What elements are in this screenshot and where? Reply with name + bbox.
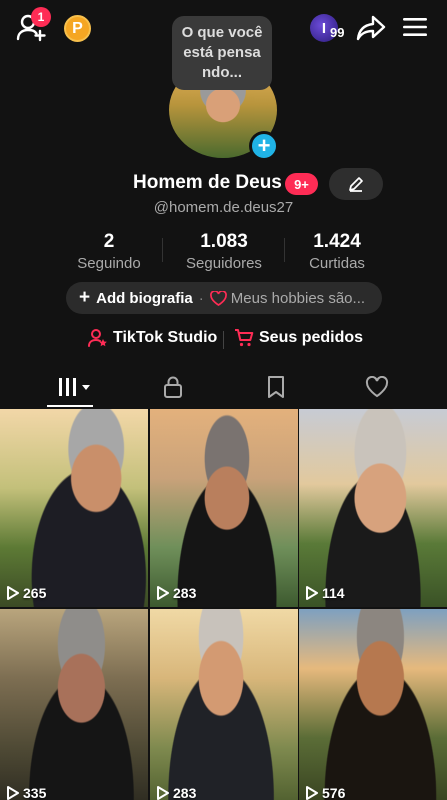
orders-label: Seus pedidos: [259, 329, 364, 346]
profile-links: TikTok Studio Seus pedidos: [0, 328, 447, 352]
bio-pill[interactable]: + Add biografia · Meus hobbies são...: [66, 282, 382, 314]
stat-label: Curtidas: [309, 255, 365, 272]
tab-saved[interactable]: [261, 374, 291, 400]
stat-likes[interactable]: 1.424 Curtidas: [267, 231, 407, 272]
edit-profile-button[interactable]: [329, 168, 383, 200]
tab-videos[interactable]: [55, 374, 95, 400]
tab-liked[interactable]: [362, 374, 392, 400]
cart-icon: [235, 329, 254, 347]
tiktok-studio-link[interactable]: TikTok Studio: [88, 328, 217, 348]
play-icon: [157, 586, 169, 600]
mini-avatar-count: 99: [330, 25, 345, 40]
separator-dot: ·: [198, 289, 204, 307]
view-count: 283: [157, 585, 196, 601]
status-tooltip[interactable]: O que você está pensa ndo...: [172, 16, 272, 90]
video-thumbnail[interactable]: 283: [150, 609, 298, 800]
hobbies-prompt[interactable]: Meus hobbies são...: [231, 290, 365, 307]
divider: [223, 331, 224, 349]
add-bio-button[interactable]: Add biografia: [96, 290, 193, 307]
video-grid: 265 283 114 335 283 576: [0, 409, 447, 800]
view-count: 114: [306, 585, 345, 601]
tab-private[interactable]: [158, 374, 188, 400]
stat-value: 1.424: [313, 231, 361, 252]
heart-icon: [209, 290, 227, 306]
profile-handle: @homem.de.deus27: [153, 199, 294, 216]
play-icon: [306, 786, 318, 800]
play-icon: [157, 786, 169, 800]
view-count: 576: [306, 785, 345, 800]
bookmark-icon: [268, 376, 284, 398]
plus-icon: +: [79, 287, 91, 308]
profile-stats: 2 Seguindo 1.083 Seguidores 1.424 Curtid…: [0, 231, 447, 273]
view-count-label: 265: [23, 585, 47, 601]
video-thumbnail[interactable]: 265: [0, 409, 148, 607]
notification-badge: 1: [31, 7, 51, 27]
grid-videos-icon: [59, 378, 90, 396]
heart-outline-icon: [365, 376, 389, 398]
lock-icon: [164, 376, 182, 398]
view-count: 335: [7, 785, 46, 800]
content-tabs: [0, 368, 447, 408]
play-icon: [306, 586, 318, 600]
view-count-label: 283: [173, 585, 197, 601]
coin-icon[interactable]: P: [64, 15, 91, 42]
view-count: 283: [157, 785, 196, 800]
studio-person-icon: [88, 329, 107, 347]
view-count: 265: [7, 585, 46, 601]
studio-label: TikTok Studio: [113, 329, 218, 346]
video-thumbnail[interactable]: 576: [299, 609, 447, 800]
view-count-label: 576: [322, 785, 346, 800]
profile-name: Homem de Deus: [133, 172, 282, 193]
badge-count[interactable]: 9+: [285, 173, 318, 195]
view-count-label: 335: [23, 785, 47, 800]
share-icon[interactable]: [356, 14, 386, 42]
video-thumbnail[interactable]: 114: [299, 409, 447, 607]
add-story-button[interactable]: +: [249, 131, 279, 161]
active-tab-indicator: [47, 405, 93, 407]
play-icon: [7, 586, 19, 600]
menu-icon[interactable]: [403, 17, 427, 37]
video-thumbnail[interactable]: 335: [0, 609, 148, 800]
play-icon: [7, 786, 19, 800]
pencil-icon: [349, 177, 363, 192]
video-thumbnail[interactable]: 283: [150, 409, 298, 607]
view-count-label: 114: [322, 585, 345, 601]
view-count-label: 283: [173, 785, 197, 800]
orders-link[interactable]: Seus pedidos: [234, 328, 363, 348]
